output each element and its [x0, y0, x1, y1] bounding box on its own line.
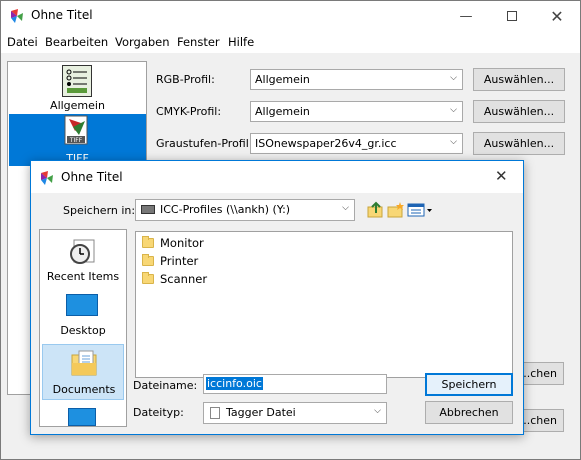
save-in-label: Speichern in:: [63, 204, 136, 217]
tagger-file-icon: [210, 407, 220, 419]
cancel-button[interactable]: Abbrechen: [425, 401, 513, 424]
place-this-pc[interactable]: [42, 402, 124, 426]
filename-label: Dateiname:: [133, 379, 198, 392]
cmyk-choose-button[interactable]: Auswählen...: [473, 100, 565, 123]
documents-folder-icon: [69, 349, 99, 382]
folder-icon: [142, 236, 154, 248]
gray-profile-value: ISOnewspaper26v4_gr.icc: [255, 137, 397, 150]
place-label: Desktop: [60, 324, 106, 337]
close-icon: ✕: [495, 167, 508, 185]
folder-icon: [142, 272, 154, 284]
close-icon: ✕: [550, 6, 564, 26]
place-label: Documents: [52, 383, 116, 396]
chevron-down-icon: ⌵: [450, 137, 457, 147]
filename-input[interactable]: iccinfo.oic: [203, 374, 387, 394]
file-list[interactable]: Monitor Printer Scanner: [135, 231, 513, 378]
filetype-select[interactable]: Tagger Datei ⌵: [203, 402, 387, 424]
filetype-label: Dateityp:: [133, 406, 184, 419]
chevron-down-icon: ⌵: [450, 73, 457, 83]
recent-items-icon: [68, 236, 98, 269]
maximize-icon: [507, 11, 517, 21]
network-drive-icon: [141, 205, 155, 214]
chevron-down-icon: ⌵: [342, 203, 349, 213]
up-folder-icon[interactable]: [367, 201, 385, 222]
menu-bearbeiten[interactable]: Bearbeiten: [45, 35, 108, 49]
save-dialog: Ohne Titel ✕ Speichern in: ICC-Profiles …: [30, 160, 524, 435]
rgb-profile-value: Allgemein: [255, 73, 310, 86]
gray-choose-button[interactable]: Auswählen...: [473, 132, 565, 155]
tiff-file-icon: TIFF: [63, 115, 91, 147]
desktop-icon: [66, 294, 98, 316]
chevron-down-icon: ⌵: [450, 105, 457, 115]
cmyk-profile-label: CMYK-Profil:: [156, 105, 222, 118]
filetype-value: Tagger Datei: [226, 406, 296, 419]
view-menu-icon[interactable]: [407, 203, 433, 220]
place-documents[interactable]: Documents: [42, 344, 124, 400]
gray-profile-label: Graustufen-Profil:: [156, 137, 253, 150]
menu-vorgaben[interactable]: Vorgaben: [115, 35, 170, 49]
save-button[interactable]: Speichern: [425, 373, 513, 396]
save-in-value: ICC-Profiles (\\ankh) (Y:): [160, 203, 291, 216]
place-recent-items[interactable]: Recent Items: [42, 232, 124, 288]
filename-value: iccinfo.oic: [206, 377, 263, 390]
cmyk-profile-value: Allgemein: [255, 105, 310, 118]
window-title: Ohne Titel: [31, 8, 93, 22]
file-name: Printer: [160, 254, 199, 268]
app-icon: [39, 170, 55, 189]
maximize-button[interactable]: [489, 1, 535, 31]
list-item[interactable]: Scanner: [142, 270, 207, 288]
rgb-profile-select[interactable]: Allgemein ⌵: [250, 69, 463, 90]
place-label: Recent Items: [46, 270, 120, 283]
menu-hilfe[interactable]: Hilfe: [228, 35, 254, 49]
rgb-profile-label: RGB-Profil:: [156, 73, 215, 86]
file-name: Monitor: [160, 236, 204, 250]
sidebar-item-allgemein[interactable]: Allgemein: [9, 63, 146, 113]
cmyk-profile-select[interactable]: Allgemein ⌵: [250, 101, 463, 122]
list-item[interactable]: Monitor: [142, 234, 204, 252]
settings-form-icon: [62, 65, 92, 97]
menu-bar: Datei Bearbeiten Vorgaben Fenster Hilfe: [1, 31, 580, 53]
save-in-select[interactable]: ICC-Profiles (\\ankh) (Y:) ⌵: [135, 199, 355, 221]
list-item[interactable]: Printer: [142, 252, 198, 270]
title-bar[interactable]: Ohne Titel — ✕: [1, 1, 580, 31]
sidebar-item-label: Allgemein: [50, 99, 105, 112]
monitor-icon: [68, 408, 96, 426]
new-folder-icon[interactable]: [387, 201, 405, 222]
dialog-title: Ohne Titel: [61, 170, 123, 184]
app-icon: [9, 8, 25, 27]
minimize-icon: —: [459, 8, 473, 24]
folder-icon: [142, 254, 154, 266]
places-bar: Recent Items Desktop Documents: [39, 229, 127, 427]
sidebar-item-tiff[interactable]: TIFF TIFF: [9, 114, 146, 166]
rgb-choose-button[interactable]: Auswählen...: [473, 68, 565, 91]
file-name: Scanner: [160, 272, 208, 286]
partial-button-label: ...chen: [519, 414, 557, 427]
svg-text:TIFF: TIFF: [69, 137, 83, 144]
minimize-button[interactable]: —: [443, 1, 489, 31]
dialog-title-bar[interactable]: Ohne Titel ✕: [31, 161, 523, 193]
gray-profile-select[interactable]: ISOnewspaper26v4_gr.icc ⌵: [250, 133, 463, 154]
partial-button-label: ...chen: [519, 367, 557, 380]
place-desktop[interactable]: Desktop: [42, 288, 124, 344]
menu-datei[interactable]: Datei: [7, 35, 38, 49]
close-button[interactable]: ✕: [534, 1, 580, 31]
chevron-down-icon: ⌵: [374, 406, 381, 416]
dialog-close-button[interactable]: ✕: [495, 167, 508, 185]
menu-fenster[interactable]: Fenster: [177, 35, 220, 49]
